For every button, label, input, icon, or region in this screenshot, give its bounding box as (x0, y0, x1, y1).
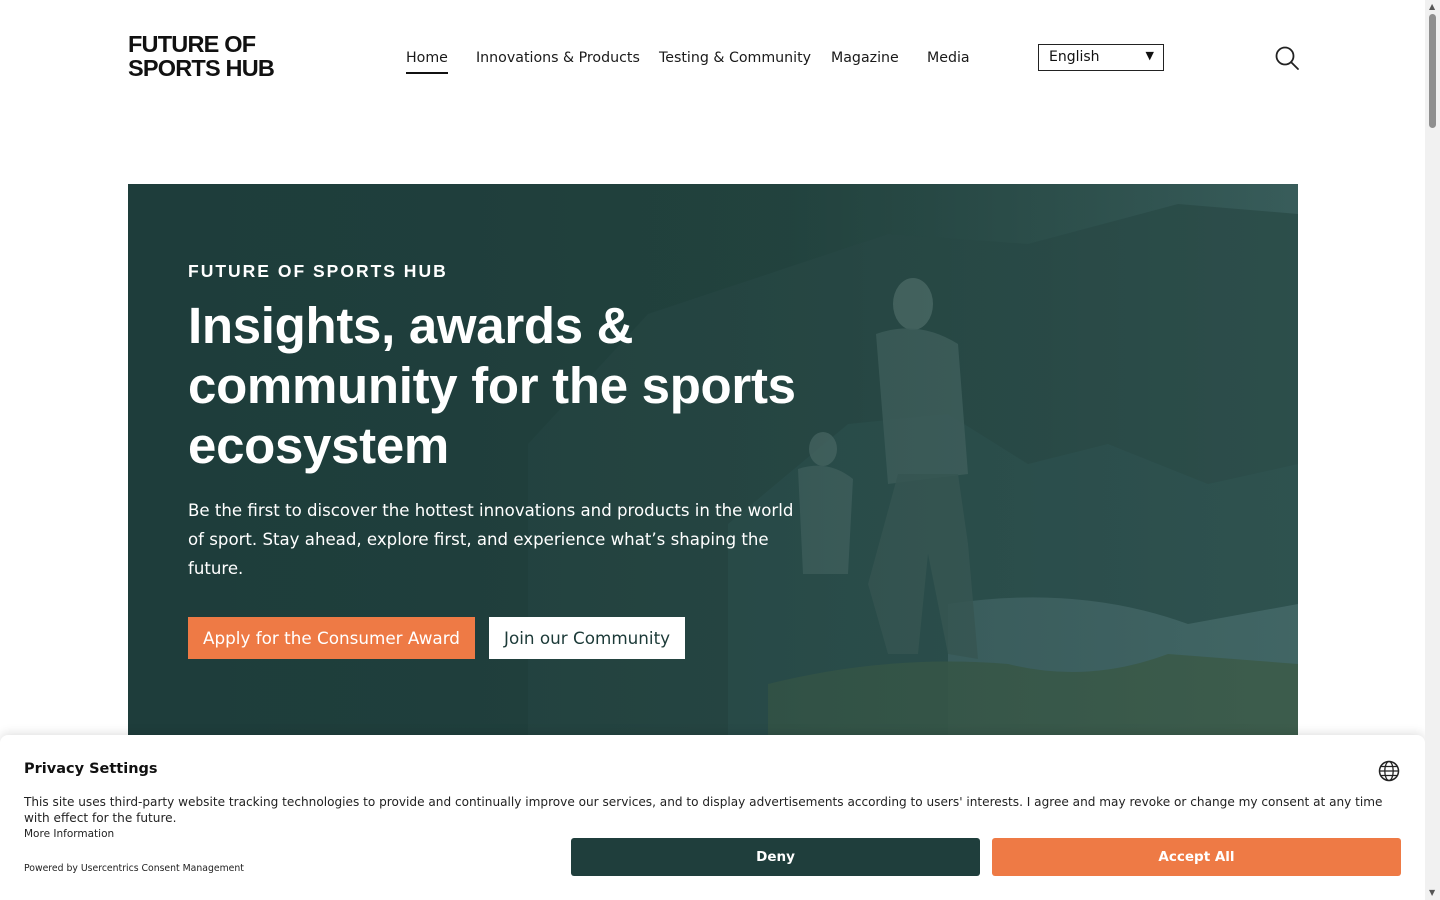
cookie-banner-text: This site uses third-party website track… (24, 795, 1383, 825)
scrollbar-thumb[interactable] (1429, 14, 1436, 128)
cookie-banner-title: Privacy Settings (24, 761, 158, 777)
logo-line-2: SPORTS HUB (128, 55, 275, 81)
hero-title: Insights, awards & community for the spo… (188, 297, 796, 474)
nav-magazine[interactable]: Magazine (831, 50, 899, 66)
powered-by-text: Powered by Usercentrics Consent Manageme… (24, 863, 244, 874)
language-select[interactable]: English ▼ (1038, 44, 1164, 71)
accept-all-button[interactable]: Accept All (992, 838, 1401, 876)
nav-innovations-products[interactable]: Innovations & Products (476, 50, 640, 66)
site-logo[interactable]: FUTURE OF SPORTS HUB (128, 31, 275, 81)
deny-button[interactable]: Deny (571, 838, 980, 876)
cookie-consent-banner: Privacy Settings This site uses third-pa… (0, 735, 1425, 900)
page-scrollbar[interactable]: ▲ ▼ (1425, 0, 1440, 900)
hero-section: FUTURE OF SPORTS HUB Insights, awards & … (128, 184, 1298, 735)
nav-media[interactable]: Media (927, 50, 970, 66)
apply-consumer-award-button[interactable]: Apply for the Consumer Award (188, 617, 475, 659)
scroll-down-icon[interactable]: ▼ (1429, 888, 1435, 897)
search-icon[interactable] (1274, 45, 1300, 71)
globe-icon[interactable] (1378, 760, 1400, 782)
language-value: English (1049, 49, 1100, 65)
nav-testing-community[interactable]: Testing & Community (659, 50, 811, 66)
scroll-up-icon[interactable]: ▲ (1429, 2, 1435, 11)
hero-eyebrow: FUTURE OF SPORTS HUB (188, 261, 448, 281)
more-information-link[interactable]: More Information (24, 828, 114, 840)
caret-down-icon: ▼ (1145, 49, 1154, 62)
hero-description: Be the first to discover the hottest inn… (188, 501, 794, 578)
nav-home[interactable]: Home (406, 50, 448, 74)
logo-line-1: FUTURE OF (128, 31, 256, 57)
join-community-button[interactable]: Join our Community (489, 617, 686, 659)
site-header: FUTURE OF SPORTS HUB Home Innovations & … (0, 0, 1425, 115)
